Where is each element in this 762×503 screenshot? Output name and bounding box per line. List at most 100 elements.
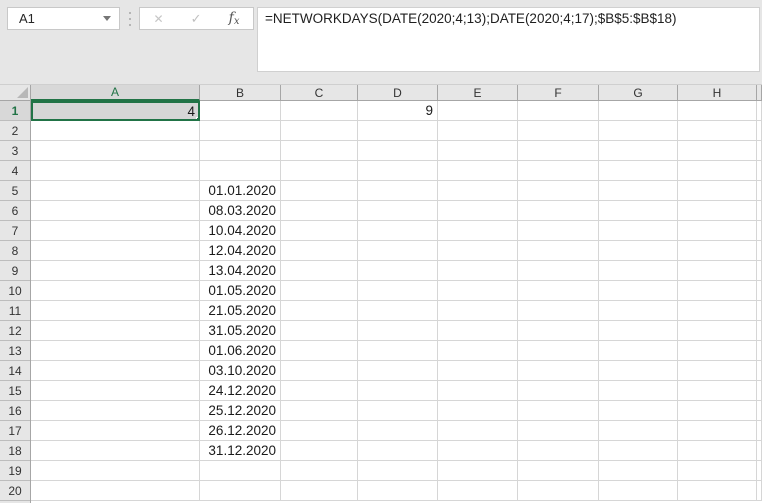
cell-E13[interactable]: [438, 341, 518, 361]
cell-B14[interactable]: 03.10.2020: [200, 361, 281, 381]
enter-icon[interactable]: ✓: [191, 11, 202, 27]
column-header-B[interactable]: B: [200, 85, 281, 101]
cell-H10[interactable]: [678, 281, 757, 301]
cell-H5[interactable]: [678, 181, 757, 201]
cell-F8[interactable]: [518, 241, 599, 261]
cell-I12[interactable]: [757, 321, 762, 341]
cell-G2[interactable]: [599, 121, 678, 141]
cell-I13[interactable]: [757, 341, 762, 361]
cell-B6[interactable]: 08.03.2020: [200, 201, 281, 221]
cell-G15[interactable]: [599, 381, 678, 401]
cell-D13[interactable]: [358, 341, 438, 361]
cell-H9[interactable]: [678, 261, 757, 281]
cell-H17[interactable]: [678, 421, 757, 441]
cell-C13[interactable]: [281, 341, 358, 361]
cell-H19[interactable]: [678, 461, 757, 481]
cell-A1[interactable]: 4: [31, 101, 200, 121]
cell-E8[interactable]: [438, 241, 518, 261]
cell-F13[interactable]: [518, 341, 599, 361]
cell-E15[interactable]: [438, 381, 518, 401]
cell-C5[interactable]: [281, 181, 358, 201]
column-header-G[interactable]: G: [599, 85, 678, 101]
cell-A18[interactable]: [31, 441, 200, 461]
cell-I17[interactable]: [757, 421, 762, 441]
cell-H1[interactable]: [678, 101, 757, 121]
cell-B2[interactable]: [200, 121, 281, 141]
cell-H11[interactable]: [678, 301, 757, 321]
cell-H6[interactable]: [678, 201, 757, 221]
cell-I20[interactable]: [757, 481, 762, 501]
cell-G18[interactable]: [599, 441, 678, 461]
cancel-icon[interactable]: ✕: [154, 12, 164, 26]
row-header-8[interactable]: 8: [0, 241, 30, 261]
cell-F2[interactable]: [518, 121, 599, 141]
cell-D19[interactable]: [358, 461, 438, 481]
cell-B3[interactable]: [200, 141, 281, 161]
row-header-14[interactable]: 14: [0, 361, 30, 381]
formula-bar-input[interactable]: =NETWORKDAYS(DATE(2020;4;13);DATE(2020;4…: [257, 7, 760, 72]
cell-C15[interactable]: [281, 381, 358, 401]
cell-I8[interactable]: [757, 241, 762, 261]
cell-C6[interactable]: [281, 201, 358, 221]
cell-I1[interactable]: [757, 101, 762, 121]
cell-A19[interactable]: [31, 461, 200, 481]
cell-I5[interactable]: [757, 181, 762, 201]
cell-A6[interactable]: [31, 201, 200, 221]
cell-C9[interactable]: [281, 261, 358, 281]
column-header-A[interactable]: A: [31, 85, 200, 101]
cell-F16[interactable]: [518, 401, 599, 421]
cell-C20[interactable]: [281, 481, 358, 501]
cell-F3[interactable]: [518, 141, 599, 161]
cell-I6[interactable]: [757, 201, 762, 221]
row-header-18[interactable]: 18: [0, 441, 30, 461]
cell-B18[interactable]: 31.12.2020: [200, 441, 281, 461]
cell-G16[interactable]: [599, 401, 678, 421]
cell-F12[interactable]: [518, 321, 599, 341]
cell-G3[interactable]: [599, 141, 678, 161]
row-header-11[interactable]: 11: [0, 301, 30, 321]
cell-I16[interactable]: [757, 401, 762, 421]
cell-F1[interactable]: [518, 101, 599, 121]
cell-D5[interactable]: [358, 181, 438, 201]
cell-A11[interactable]: [31, 301, 200, 321]
cell-D4[interactable]: [358, 161, 438, 181]
row-header-6[interactable]: 6: [0, 201, 30, 221]
column-header-D[interactable]: D: [358, 85, 438, 101]
row-header-2[interactable]: 2: [0, 121, 30, 141]
cell-I7[interactable]: [757, 221, 762, 241]
cell-B4[interactable]: [200, 161, 281, 181]
cell-I15[interactable]: [757, 381, 762, 401]
insert-function-icon[interactable]: fx: [229, 10, 240, 27]
cell-D15[interactable]: [358, 381, 438, 401]
cell-G6[interactable]: [599, 201, 678, 221]
cell-F10[interactable]: [518, 281, 599, 301]
cell-G1[interactable]: [599, 101, 678, 121]
row-header-10[interactable]: 10: [0, 281, 30, 301]
cell-A7[interactable]: [31, 221, 200, 241]
row-header-15[interactable]: 15: [0, 381, 30, 401]
column-header-H[interactable]: H: [678, 85, 757, 101]
cell-A17[interactable]: [31, 421, 200, 441]
cell-G13[interactable]: [599, 341, 678, 361]
cell-G11[interactable]: [599, 301, 678, 321]
cell-E16[interactable]: [438, 401, 518, 421]
cell-H18[interactable]: [678, 441, 757, 461]
cell-E17[interactable]: [438, 421, 518, 441]
cell-A9[interactable]: [31, 261, 200, 281]
cell-E5[interactable]: [438, 181, 518, 201]
cell-I3[interactable]: [757, 141, 762, 161]
cell-G20[interactable]: [599, 481, 678, 501]
cell-G8[interactable]: [599, 241, 678, 261]
cell-D7[interactable]: [358, 221, 438, 241]
cell-C11[interactable]: [281, 301, 358, 321]
cell-D16[interactable]: [358, 401, 438, 421]
cell-A3[interactable]: [31, 141, 200, 161]
row-header-4[interactable]: 4: [0, 161, 30, 181]
cell-I14[interactable]: [757, 361, 762, 381]
cell-F9[interactable]: [518, 261, 599, 281]
cell-D20[interactable]: [358, 481, 438, 501]
cell-H3[interactable]: [678, 141, 757, 161]
cell-D18[interactable]: [358, 441, 438, 461]
cell-I11[interactable]: [757, 301, 762, 321]
cell-F7[interactable]: [518, 221, 599, 241]
